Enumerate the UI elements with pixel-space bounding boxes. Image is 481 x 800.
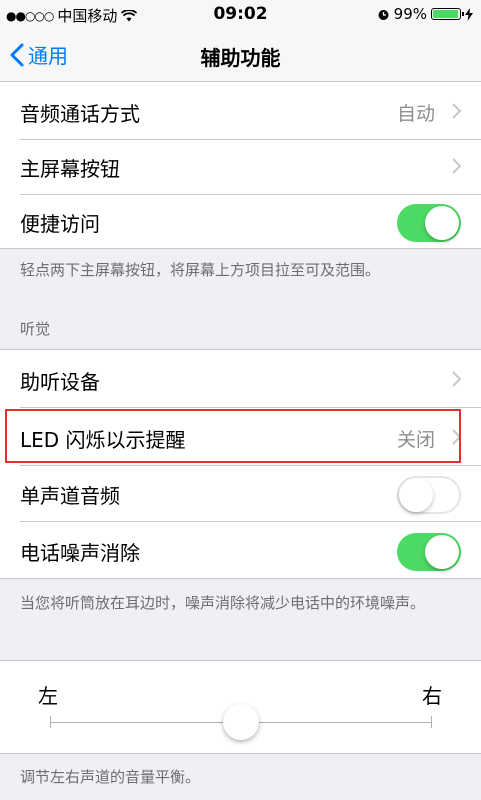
row-label: 电话噪声消除: [20, 541, 140, 565]
balance-right-label: 右: [422, 684, 442, 708]
section-header-hearing: 听觉: [20, 320, 51, 338]
row-value: 自动: [396, 103, 435, 125]
row-audio-call-routing[interactable]: 音频通话方式 自动: [0, 82, 481, 140]
alarm-icon: [378, 9, 389, 20]
chevron-right-icon: [452, 371, 461, 387]
balance-tick-left: [50, 716, 51, 728]
noise-cancellation-toggle[interactable]: [397, 533, 461, 571]
row-home-button[interactable]: 主屏幕按钮: [0, 137, 481, 195]
chevron-right-icon: [452, 158, 461, 174]
balance-tick-right: [431, 716, 432, 728]
mono-audio-toggle[interactable]: [397, 476, 461, 514]
page-title: 辅助功能: [200, 46, 281, 70]
balance-left-label: 左: [38, 684, 58, 708]
row-mono-audio: 单声道音频: [0, 464, 481, 522]
row-label: 主屏幕按钮: [20, 157, 120, 181]
settings-group-hearing: 助听设备 LED 闪烁以示提醒 关闭 单声道音频 电话噪声消除: [0, 350, 481, 578]
reachability-footnote: 轻点两下主屏幕按钮，将屏幕上方项目拉至可及范围。: [20, 261, 381, 279]
noise-cancellation-footnote: 当您将听筒放在耳边时，噪声消除将减少电话中的环境噪声。: [20, 594, 426, 612]
balance-slider-thumb[interactable]: [223, 704, 259, 740]
balance-footnote: 调节左右声道的音量平衡。: [20, 768, 201, 786]
settings-group-general: 音频通话方式 自动 主屏幕按钮 便捷访问: [0, 82, 481, 248]
reachability-toggle[interactable]: [397, 204, 461, 242]
row-phone-noise-cancellation: 电话噪声消除: [0, 521, 481, 579]
highlight-box: [5, 409, 461, 463]
row-label: 助听设备: [20, 370, 100, 394]
row-reachability: 便捷访问: [0, 192, 481, 250]
row-label: 音频通话方式: [20, 102, 140, 126]
status-bar: ●●○○○ 中国移动 09:02 99%: [0, 0, 481, 30]
battery-percent: 99%: [393, 5, 427, 23]
row-label: 单声道音频: [20, 484, 120, 508]
row-label: 便捷访问: [20, 212, 100, 236]
navigation-bar: 通用 辅助功能: [0, 30, 481, 82]
battery-icon: [431, 8, 464, 20]
charging-icon: [465, 7, 473, 21]
row-hearing-devices[interactable]: 助听设备: [0, 350, 481, 408]
chevron-right-icon: [452, 103, 461, 119]
